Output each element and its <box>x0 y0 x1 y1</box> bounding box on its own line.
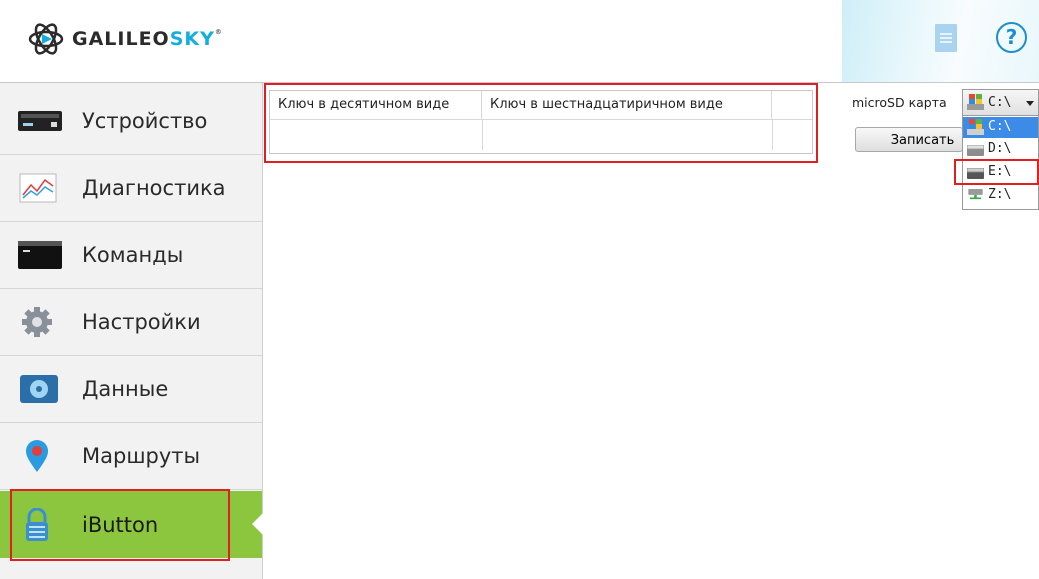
sidebar-item-data[interactable]: Данные <box>0 356 262 423</box>
drive-select[interactable]: C:\ <box>962 89 1039 116</box>
sidebar-item-label: Данные <box>82 377 169 401</box>
table-cell[interactable] <box>482 120 773 150</box>
logo-atom-icon <box>28 23 64 55</box>
ibutton-keys-table: Ключ в десятичном виде Ключ в шестнадцат… <box>269 90 813 154</box>
drive-select-value: C:\ <box>988 95 1012 110</box>
sidebar-item-device[interactable]: Устройство <box>0 88 262 155</box>
active-indicator <box>252 513 263 535</box>
drive-option-e[interactable]: E:\ <box>963 162 1038 183</box>
write-button[interactable]: Записать <box>855 127 963 152</box>
column-header-extra <box>772 91 812 119</box>
sidebar-item-label: Команды <box>82 243 184 267</box>
drive-option-c[interactable]: C:\ <box>963 117 1038 138</box>
device-icon <box>18 111 62 131</box>
sidebar-item-label: iButton <box>82 512 159 537</box>
gear-icon <box>22 307 52 337</box>
sidebar: Устройство Диагностика Команды Настройки… <box>0 83 263 579</box>
logo-text: GALILEOSKY® <box>72 28 223 50</box>
table-header: Ключ в десятичном виде Ключ в шестнадцат… <box>270 91 812 120</box>
data-icon <box>20 375 58 403</box>
windows-drive-icon <box>967 119 984 135</box>
help-icon[interactable]: ? <box>996 22 1027 53</box>
terminal-icon <box>18 241 62 269</box>
network-drive-icon <box>968 189 983 200</box>
sidebar-item-diagnostics[interactable]: Диагностика <box>0 155 262 222</box>
map-pin-icon <box>26 440 48 472</box>
column-header-hex[interactable]: Ключ в шестнадцатиричном виде <box>482 91 772 119</box>
sidebar-item-label: Маршруты <box>82 444 201 468</box>
drive-option-d[interactable]: D:\ <box>963 139 1038 160</box>
document-icon[interactable] <box>935 24 957 52</box>
sidebar-item-label: Диагностика <box>82 176 226 200</box>
table-cell[interactable] <box>772 120 812 150</box>
drive-icon <box>967 145 984 156</box>
sidebar-item-label: Устройство <box>82 109 208 133</box>
chevron-down-icon[interactable] <box>1026 101 1034 106</box>
sidebar-item-commands[interactable]: Команды <box>0 222 262 289</box>
sidebar-item-label: Настройки <box>82 310 201 334</box>
chart-icon <box>19 173 57 203</box>
windows-drive-icon <box>967 94 984 110</box>
microsd-label: microSD карта <box>852 95 947 110</box>
drive-dropdown-list: C:\ D:\ E:\ Z:\ <box>962 116 1039 210</box>
galileosky-logo: GALILEOSKY® <box>28 22 223 56</box>
sidebar-item-routes[interactable]: Маршруты <box>0 423 262 490</box>
sidebar-item-settings[interactable]: Настройки <box>0 289 262 356</box>
drive-icon <box>967 168 984 179</box>
sidebar-item-ibutton[interactable]: iButton <box>0 491 263 558</box>
lock-icon <box>26 507 48 541</box>
column-header-decimal[interactable]: Ключ в десятичном виде <box>270 91 482 119</box>
drive-option-z[interactable]: Z:\ <box>963 185 1038 206</box>
app-header: GALILEOSKY® ? <box>0 0 1039 83</box>
table-cell[interactable] <box>270 120 483 150</box>
